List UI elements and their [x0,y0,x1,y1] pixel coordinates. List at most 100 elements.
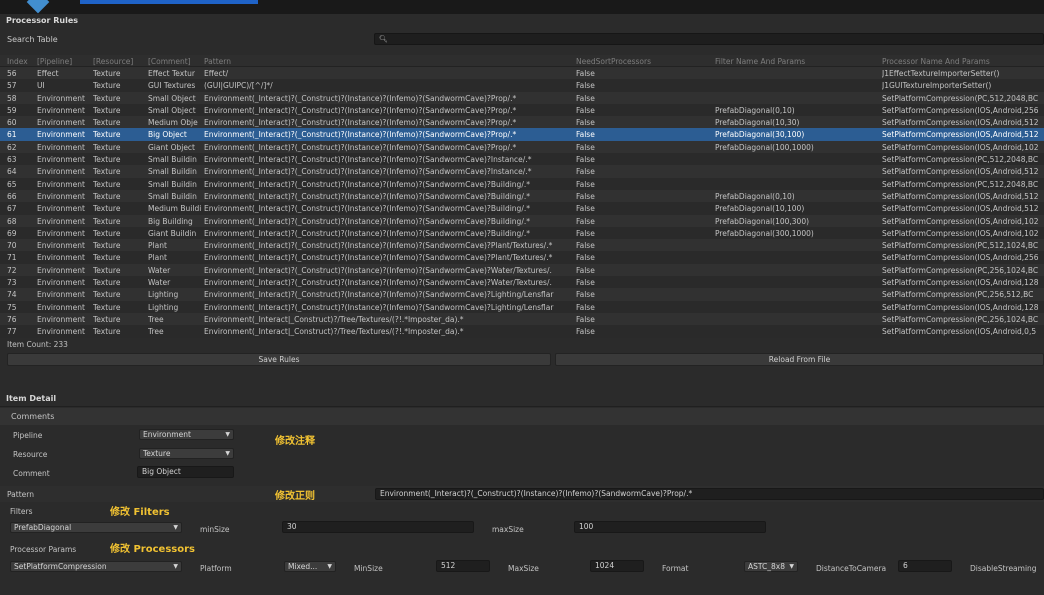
table-row[interactable]: 60 Environment Texture Medium Obje Environme… [0,116,1044,129]
table-cell: Texture [93,228,121,238]
table-row[interactable]: 76 Environment Texture Tree Environment(_Int… [0,312,1044,326]
table-cell: J1GUITextureImporterSetter() [882,81,992,91]
table-cell: Environment(_Interact)?(_Construct)?(Ins… [204,253,553,263]
pipeline-dropdown[interactable]: Environment ▼ [139,429,234,440]
table-cell: SetPlatformCompression(IOS,Android,512 [882,204,1039,214]
table-row[interactable]: 65 Environment Texture Small Buildin Environ… [0,177,1044,190]
table-row[interactable]: 58 Environment Texture Small Object Environm… [0,91,1044,104]
table-row[interactable]: 64 Environment Texture Small Buildin Environ… [0,165,1044,178]
comments-section-header[interactable]: Comments [0,408,1044,425]
table-cell: PrefabDiagonal(100,300) [715,216,810,226]
table-cell: Environment [37,179,85,189]
rules-table: Index [Pipeline] [Resource] [Comment] Patter… [0,55,1044,338]
search-input[interactable]: 🔍︎ [374,33,1044,45]
format-dropdown[interactable]: ASTC_8x8 ▼ [744,561,798,572]
table-cell: Giant Buildin [148,228,197,238]
table-cell: 67 [7,204,17,214]
table-row[interactable]: 73 Environment Texture Water Environment(_In… [0,276,1044,289]
column-header[interactable]: [Pipeline] [37,57,90,66]
table-cell: Texture [93,130,121,140]
table-row[interactable]: 68 Environment Texture Big Building Environm… [0,214,1044,227]
table-cell: False [576,278,595,288]
table-cell: (GUI|GUIPC)/[^/]*/ [204,81,273,91]
processor-min-size-field[interactable]: 512 [436,560,490,572]
table-cell: Environment(_Interact|_Construct)?/Tree/… [204,314,464,324]
table-cell: SetPlatformCompression(IOS,Android,102 [882,228,1039,238]
table-cell: False [576,191,595,201]
table-cell: False [576,265,595,275]
column-header[interactable]: [Comment] [148,57,201,66]
table-row[interactable]: 62 Environment Texture Giant Object Environm… [0,140,1044,154]
column-header[interactable]: Processor Name And Params [882,57,1044,66]
column-header[interactable]: Filter Name And Params [715,57,878,66]
table-cell: Small Buildin [148,167,197,177]
table-cell: SetPlatformCompression(PC,256,1024,BC [882,265,1039,275]
table-row[interactable]: 74 Environment Texture Lighting Environment(… [0,288,1044,301]
table-cell: Texture [93,204,121,214]
table-cell: Texture [93,155,121,165]
table-cell: Effect [37,69,59,78]
table-cell: False [576,241,595,251]
table-cell: 77 [7,327,17,337]
table-cell: Small Object [148,105,196,115]
table-row[interactable]: 75 Environment Texture Lighting Environment(… [0,300,1044,313]
table-cell: Environment(_Interact)?(_Construct)?(Ins… [204,179,530,189]
table-cell: Texture [93,278,121,288]
column-header[interactable]: NeedSortProcessors [576,57,711,66]
table-cell: SetPlatformCompression(IOS,Android,128 [882,302,1039,312]
table-cell: Texture [93,253,121,263]
table-row[interactable]: 69 Environment Texture Giant Buildin Environ… [0,226,1044,240]
active-tab-indicator[interactable] [80,0,258,4]
table-row[interactable]: 57 UI Texture GUI Textures (GUI|GUIPC)/[^/]*… [0,79,1044,92]
table-row[interactable]: 59 Environment Texture Small Object Environm… [0,103,1044,117]
processor-dropdown[interactable]: SetPlatformCompression ▼ [10,561,182,572]
table-row[interactable]: 66 Environment Texture Small Buildin Environ… [0,189,1044,203]
table-cell: SetPlatformCompression(IOS,Android,512 [882,191,1039,201]
table-cell: Environment [37,290,85,300]
filter-value: PrefabDiagonal [14,523,72,532]
table-row[interactable]: 72 Environment Texture Water Environment(_In… [0,263,1044,277]
table-row[interactable]: 77 Environment Texture Tree Environment(_Int… [0,325,1044,338]
table-row[interactable]: 70 Environment Texture Plant Environment(_In… [0,239,1044,252]
table-cell: Environment [37,142,85,152]
processor-params-label: Processor Params [10,545,77,554]
max-size-field[interactable]: 100 [574,521,766,533]
filter-dropdown[interactable]: PrefabDiagonal ▼ [10,522,182,533]
min-size-field[interactable]: 30 [282,521,474,533]
table-row[interactable]: 63 Environment Texture Small Buildin Environ… [0,153,1044,166]
table-cell: Water [148,278,171,288]
table-cell: 76 [7,314,17,324]
table-cell: Lighting [148,290,179,300]
comment-field[interactable]: Big Object [137,466,234,478]
column-header[interactable]: Index [7,57,34,66]
table-cell: Environment [37,314,85,324]
platform-dropdown[interactable]: Mixed... ▼ [284,561,336,572]
resource-dropdown[interactable]: Texture ▼ [139,448,234,459]
table-cell: Environment [37,228,85,238]
table-cell: False [576,81,595,91]
table-cell: False [576,155,595,165]
save-rules-button[interactable]: Save Rules [7,353,551,366]
processor-max-size-field[interactable]: 1024 [590,560,644,572]
unity-logo-icon [26,0,54,12]
pattern-field[interactable]: Environment(_Interact)?(_Construct)?(Ins… [375,488,1044,500]
column-header[interactable]: [Resource] [93,57,146,66]
min-size-label: minSize [200,525,230,534]
table-cell: Tree [148,327,164,337]
table-cell: GUI Textures [148,81,196,91]
table-cell: Environment(_Interact)?(_Construct)?(Ins… [204,302,554,312]
table-row[interactable]: 67 Environment Texture Medium Buildi Environ… [0,202,1044,215]
table-cell: Environment(_Interact)?(_Construct)?(Ins… [204,241,553,251]
table-row[interactable]: 71 Environment Texture Plant Environment(_In… [0,251,1044,264]
table-cell: False [576,228,595,238]
column-header[interactable]: Pattern [204,57,572,66]
table-cell: Environment(_Interact)?(_Construct)?(Ins… [204,228,530,238]
distance-to-camera-field[interactable]: 6 [898,560,952,572]
table-row[interactable]: 56 Effect Texture Effect Textur Effect/False… [0,67,1044,80]
chevron-down-icon: ▼ [225,450,230,457]
reload-from-file-button[interactable]: Reload From File [555,353,1044,366]
item-detail-title: Item Detail [6,394,57,403]
table-row[interactable]: 61 Environment Texture Big Object Environmen… [0,128,1044,141]
table-cell: PrefabDiagonal(0,10) [715,191,795,201]
window-top-bar [0,0,1044,14]
